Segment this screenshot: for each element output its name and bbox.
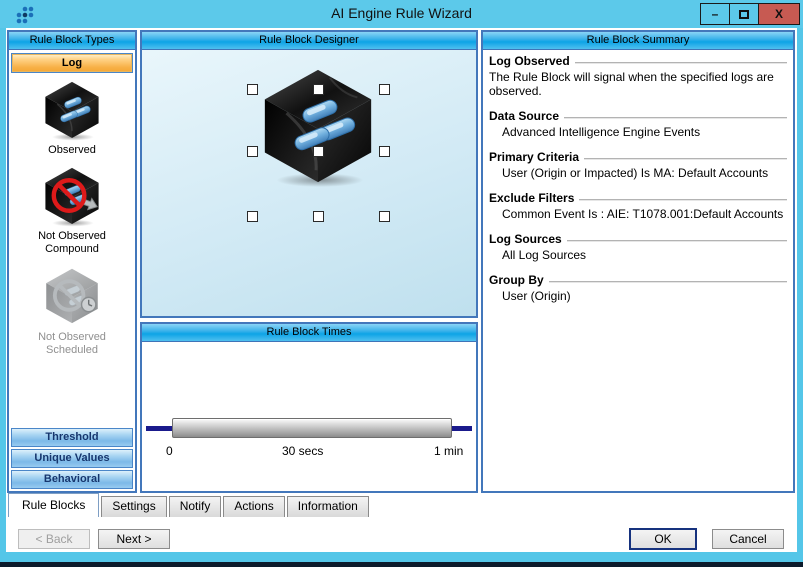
- type-not-observed-scheduled-label: Not Observed Scheduled: [22, 331, 122, 357]
- back-button: < Back: [18, 529, 90, 549]
- section-text: The Rule Block will signal when the spec…: [489, 70, 787, 98]
- summary-body: Log Observed The Rule Block will signal …: [483, 50, 793, 303]
- tab-actions[interactable]: Actions: [223, 496, 284, 517]
- selection-handle-mid-left[interactable]: [247, 146, 258, 157]
- designer-cube-icon[interactable]: [257, 60, 379, 188]
- tick-1min: 1 min: [434, 444, 463, 458]
- rule-block-times-panel: Rule Block Times 0 30 secs 1 min: [140, 322, 478, 493]
- not-observed-scheduled-icon: [43, 264, 101, 326]
- type-observed-label: Observed: [9, 144, 135, 157]
- threshold-button[interactable]: Threshold: [11, 428, 133, 447]
- tick-0: 0: [166, 444, 173, 458]
- titlebar: AI Engine Rule Wizard – X: [0, 0, 803, 28]
- type-observed[interactable]: Observed: [9, 77, 135, 157]
- selection-handle-bottom-left[interactable]: [247, 211, 258, 222]
- close-button[interactable]: X: [758, 3, 800, 25]
- designer-canvas[interactable]: [142, 50, 476, 316]
- behavioral-button[interactable]: Behavioral: [11, 470, 133, 489]
- cancel-button[interactable]: Cancel: [712, 529, 784, 549]
- ai-engine-rule-wizard-dialog: AI Engine Rule Wizard – X: [0, 0, 803, 567]
- selection-handle-top-center[interactable]: [313, 84, 324, 95]
- observed-cube-icon: [42, 77, 102, 141]
- selection-handle-top-right[interactable]: [379, 84, 390, 95]
- minimize-button[interactable]: –: [700, 3, 730, 25]
- wizard-tabstrip: Rule Blocks Settings Notify Actions Info…: [8, 493, 371, 517]
- ok-button[interactable]: OK: [630, 529, 696, 549]
- selection-handle-bottom-center[interactable]: [313, 211, 324, 222]
- section-title: Primary Criteria: [489, 150, 787, 165]
- window-title: AI Engine Rule Wizard: [0, 5, 803, 21]
- dialog-bottom-edge: [0, 562, 803, 567]
- summary-section-log-sources: Log Sources All Log Sources: [489, 232, 787, 262]
- rule-block-types-panel: Rule Block Types Log Observed: [7, 30, 137, 493]
- section-title: Group By: [489, 273, 787, 288]
- maximize-icon: [739, 10, 749, 19]
- section-text: User (Origin): [489, 289, 787, 303]
- rule-block-summary-header: Rule Block Summary: [483, 32, 793, 50]
- section-text: User (Origin or Impacted) Is MA: Default…: [489, 166, 787, 180]
- selection-handle-center[interactable]: [313, 146, 324, 157]
- type-not-observed-scheduled: Not Observed Scheduled: [9, 264, 135, 357]
- summary-section-data-source: Data Source Advanced Intelligence Engine…: [489, 109, 787, 139]
- section-title: Log Observed: [489, 54, 787, 69]
- tab-settings[interactable]: Settings: [101, 496, 166, 517]
- rule-block-designer-panel: Rule Block Designer: [140, 30, 478, 318]
- rule-block-designer-header: Rule Block Designer: [142, 32, 476, 50]
- section-text: All Log Sources: [489, 248, 787, 262]
- times-body: 0 30 secs 1 min: [142, 342, 476, 491]
- minimize-icon: –: [712, 7, 719, 21]
- section-title: Log Sources: [489, 232, 787, 247]
- summary-section-group-by: Group By User (Origin): [489, 273, 787, 303]
- selection-handle-top-left[interactable]: [247, 84, 258, 95]
- rule-block-summary-panel: Rule Block Summary Log Observed The Rule…: [481, 30, 795, 493]
- section-title: Exclude Filters: [489, 191, 787, 206]
- section-title: Data Source: [489, 109, 787, 124]
- next-button[interactable]: Next >: [98, 529, 170, 549]
- section-text: Common Event Is : AIE: T1078.001:Default…: [489, 207, 787, 221]
- dialog-bottom-border: [0, 552, 803, 562]
- tab-information[interactable]: Information: [287, 496, 369, 517]
- close-icon: X: [775, 7, 783, 21]
- time-slider-range[interactable]: [172, 418, 452, 438]
- unique-values-button[interactable]: Unique Values: [11, 449, 133, 468]
- selection-handle-bottom-right[interactable]: [379, 211, 390, 222]
- type-not-observed-compound[interactable]: Not Observed Compound: [9, 163, 135, 256]
- tab-notify[interactable]: Notify: [169, 496, 222, 517]
- type-not-observed-compound-label: Not Observed Compound: [22, 230, 122, 256]
- selection-handle-mid-right[interactable]: [379, 146, 390, 157]
- tick-30secs: 30 secs: [282, 444, 323, 458]
- dialog-body: Rule Block Types Log Observed: [6, 28, 797, 552]
- not-observed-compound-icon: [42, 163, 102, 227]
- rule-block-times-header: Rule Block Times: [142, 324, 476, 342]
- summary-section-exclude-filters: Exclude Filters Common Event Is : AIE: T…: [489, 191, 787, 221]
- section-text: Advanced Intelligence Engine Events: [489, 125, 787, 139]
- maximize-button[interactable]: [729, 3, 759, 25]
- log-category-button[interactable]: Log: [11, 53, 133, 73]
- summary-section-primary-criteria: Primary Criteria User (Origin or Impacte…: [489, 150, 787, 180]
- rule-block-types-header: Rule Block Types: [9, 32, 135, 50]
- summary-section-log-observed: Log Observed The Rule Block will signal …: [489, 54, 787, 98]
- tab-rule-blocks[interactable]: Rule Blocks: [8, 493, 99, 517]
